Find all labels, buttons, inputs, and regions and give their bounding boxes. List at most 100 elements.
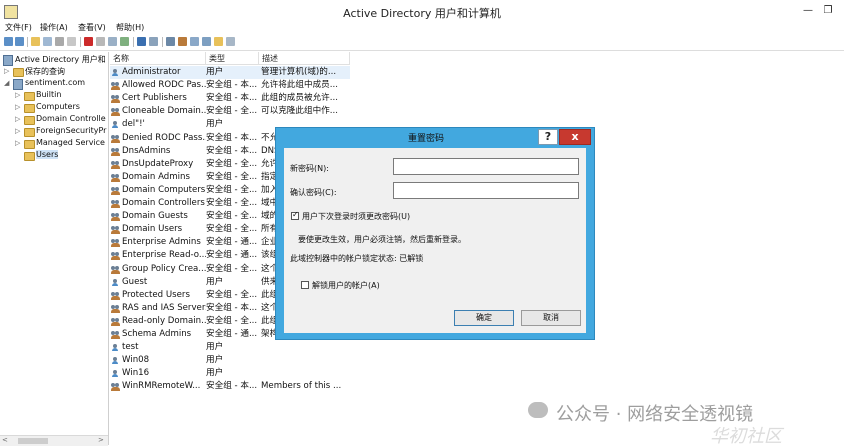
menu-help[interactable]: 帮助(H)	[116, 22, 144, 33]
cell-type: 用户	[206, 355, 224, 366]
chevron-right-icon[interactable]: ▷	[4, 67, 9, 75]
cell-type: 用户	[206, 119, 224, 130]
delete-icon[interactable]	[84, 37, 93, 46]
table-row[interactable]: Cloneable Domain... 安全组 - 全... 可以克隆此组中作...	[110, 105, 350, 118]
group-icon	[111, 134, 120, 143]
window-title: Active Directory 用户和计算机	[343, 7, 501, 20]
confirm-password-field[interactable]	[393, 182, 579, 199]
chevron-down-icon[interactable]: ◢	[4, 79, 9, 87]
new-user-icon[interactable]	[166, 37, 175, 46]
table-row[interactable]: Win16 用户	[110, 367, 350, 380]
table-row[interactable]: test 用户	[110, 341, 350, 354]
chevron-right-icon[interactable]: ▷	[15, 115, 20, 123]
table-row[interactable]: Administrator 用户 管理计算机(域)的...	[110, 66, 350, 79]
cell-name: Domain Computers	[122, 184, 206, 195]
close-button[interactable]: x	[559, 129, 591, 145]
group-icon	[111, 331, 120, 339]
show-tree-icon[interactable]	[43, 37, 52, 46]
restore-button[interactable]: ❐	[820, 4, 836, 17]
find-icon[interactable]	[214, 37, 223, 46]
group-icon	[111, 383, 120, 392]
unlock-account-label[interactable]: 解锁用户的帐户(A)	[312, 280, 380, 291]
chevron-right-icon[interactable]: ▷	[15, 127, 20, 135]
menu-bar: 文件(F) 操作(A) 查看(V) 帮助(H)	[0, 22, 844, 35]
cut-icon[interactable]	[55, 37, 64, 46]
cell-type: 安全组 - 全...	[206, 263, 258, 274]
cell-type: 用户	[206, 342, 224, 353]
column-header-type[interactable]: 类型	[206, 52, 259, 65]
table-row[interactable]: WinRMRemoteW... 安全组 - 本... Members of this…	[110, 380, 350, 393]
properties-icon[interactable]	[96, 37, 105, 46]
scroll-thumb[interactable]	[18, 438, 48, 444]
menu-action[interactable]: 操作(A)	[40, 22, 68, 33]
menu-file[interactable]: 文件(F)	[5, 22, 32, 33]
column-header-description[interactable]: 描述	[259, 52, 350, 65]
cell-name: Cloneable Domain...	[122, 106, 206, 117]
new-password-field[interactable]	[393, 158, 579, 175]
forward-icon[interactable]	[15, 37, 24, 46]
unlock-account-checkbox[interactable]	[301, 281, 309, 289]
refresh-icon[interactable]	[108, 37, 117, 46]
cell-name: Protected Users	[122, 289, 190, 300]
chevron-right-icon[interactable]: ▷	[15, 139, 20, 147]
up-folder-icon[interactable]	[31, 37, 40, 46]
scroll-left-icon[interactable]: <	[2, 436, 8, 444]
folder-icon	[24, 152, 35, 161]
menu-view[interactable]: 查看(V)	[78, 22, 106, 33]
user-icon	[112, 357, 118, 365]
cell-name: DnsUpdateProxy	[122, 158, 194, 169]
group-icon	[111, 226, 120, 235]
must-change-label[interactable]: 用户下次登录时须更改密码(U)	[302, 211, 410, 222]
filter-icon[interactable]	[202, 37, 211, 46]
cell-type: 安全组 - 本...	[206, 132, 258, 143]
cell-type: 用户	[206, 276, 224, 287]
tree-horizontal-scrollbar[interactable]: < >	[0, 435, 108, 446]
cell-type: 安全组 - 全...	[206, 171, 258, 182]
group-icon	[111, 265, 120, 274]
ok-button[interactable]: 确定	[454, 310, 514, 326]
table-row[interactable]: Win08 用户	[110, 354, 350, 367]
dialog-body: 新密码(N): 确认密码(C): 用户下次登录时须更改密码(U) 要使更改生效，…	[284, 148, 586, 333]
cell-type: 安全组 - 全...	[206, 211, 258, 222]
cell-type: 安全组 - 全...	[206, 289, 258, 300]
table-row[interactable]: Allowed RODC Pas... 安全组 - 本... 允许将此组中成员...	[110, 79, 350, 92]
group-icon	[111, 147, 120, 156]
folder-icon	[24, 140, 35, 149]
add-to-group-icon[interactable]	[226, 37, 235, 46]
new-password-label: 新密码(N):	[290, 164, 329, 173]
cell-name: DnsAdmins	[122, 145, 171, 156]
cell-name: Allowed RODC Pas...	[122, 80, 206, 91]
copy-icon[interactable]	[67, 37, 76, 46]
cell-description: 管理计算机(域)的...	[261, 67, 337, 77]
column-header-name[interactable]: 名称	[110, 52, 206, 65]
help-button[interactable]: ?	[538, 129, 558, 145]
new-group-icon[interactable]	[178, 37, 187, 46]
tree-pane: Active Directory 用户和 ▷ 保存的查询 ◢ sentiment…	[0, 52, 109, 445]
lockout-status-text: 此域控制器中的帐户锁定状态: 已解锁	[290, 254, 424, 263]
chevron-right-icon[interactable]: ▷	[15, 103, 20, 111]
minimize-button[interactable]: —	[800, 4, 816, 17]
user-icon	[112, 344, 118, 352]
cell-name: Denied RODC Pass...	[122, 132, 206, 143]
cell-type: 安全组 - 全...	[206, 224, 258, 235]
back-icon[interactable]	[4, 37, 13, 46]
dialog-title: 重置密码	[407, 134, 444, 144]
group-icon	[111, 317, 120, 326]
chevron-right-icon[interactable]: ▷	[15, 91, 20, 99]
cancel-button[interactable]: 取消	[521, 310, 581, 326]
cell-name: Enterprise Admins	[122, 237, 201, 248]
new-ou-icon[interactable]	[190, 37, 199, 46]
group-icon	[111, 239, 120, 248]
must-change-checkbox[interactable]	[291, 210, 299, 220]
view-icon[interactable]	[149, 37, 158, 46]
group-icon	[111, 173, 120, 182]
domain-icon	[13, 79, 23, 90]
info-text: 要使更改生效，用户必须注销，然后重新登录。	[298, 235, 466, 244]
group-icon	[111, 304, 120, 313]
export-icon[interactable]	[120, 37, 129, 46]
help-icon[interactable]	[137, 37, 146, 46]
table-row[interactable]: Cert Publishers 安全组 - 本... 此组的成员被允许...	[110, 92, 350, 105]
cell-type: 安全组 - 本...	[206, 93, 258, 104]
scroll-right-icon[interactable]: >	[98, 436, 104, 444]
user-icon	[112, 69, 118, 76]
